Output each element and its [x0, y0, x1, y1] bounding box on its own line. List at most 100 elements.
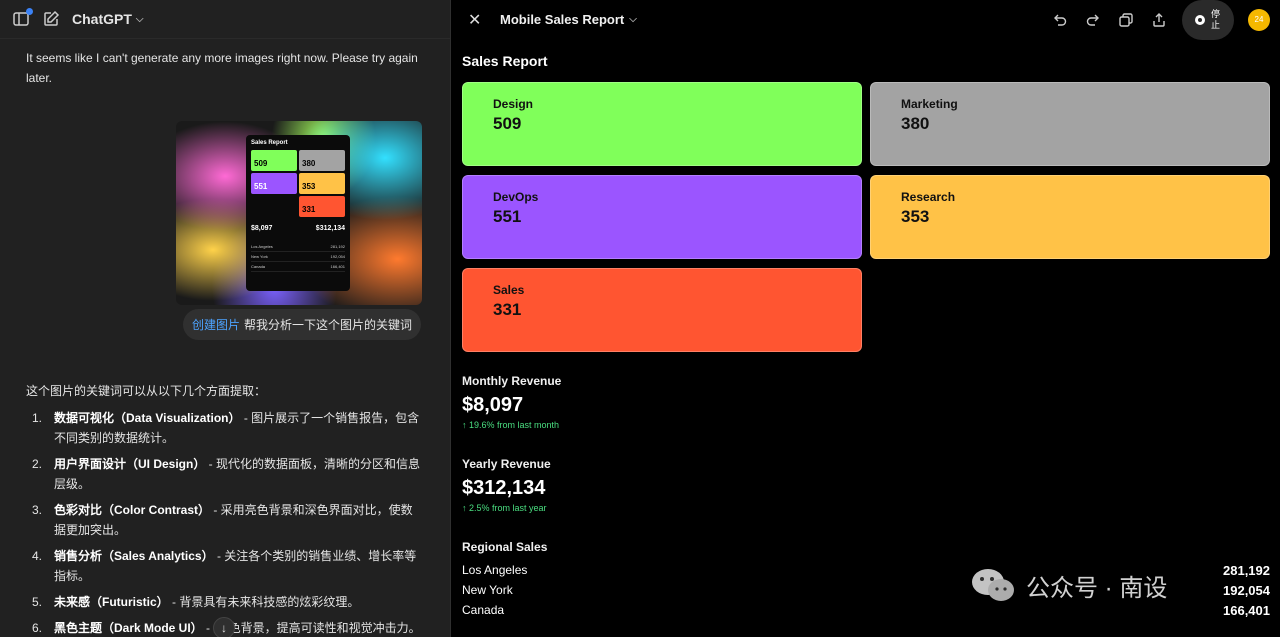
region-value: 166,401	[1223, 603, 1270, 618]
new-chat-icon[interactable]	[42, 10, 60, 28]
monthly-revenue: Monthly Revenue $8,097 ↑ 19.6% from last…	[462, 374, 561, 430]
create-image-tag[interactable]: 创建图片	[192, 316, 240, 333]
list-number: 5.	[32, 595, 43, 609]
region-city: Los Angeles	[462, 563, 528, 577]
thumbnail-value: 281,192	[330, 244, 345, 249]
avatar[interactable]: 24	[1248, 8, 1270, 31]
thumbnail-value: 166,401	[330, 264, 345, 269]
thumbnail-city: Los Angeles	[251, 244, 273, 249]
tile-value: 509	[493, 114, 522, 133]
yearly-revenue-delta: ↑ 2.5% from last year	[462, 503, 547, 513]
tile-value: 353	[901, 207, 930, 226]
list-item-title: 未来感（Futuristic）	[54, 595, 169, 609]
chat-pane: ChatGPT ⌵ It seems like I can't generate…	[0, 0, 451, 637]
list-item-title: 黑色主题（Dark Mode UI）	[54, 621, 203, 635]
yearly-revenue-value: $312,134	[462, 477, 546, 499]
model-name: ChatGPT	[72, 11, 132, 27]
thumbnail-title: Sales Report	[251, 140, 288, 146]
tile-value: 551	[493, 207, 522, 226]
scroll-down-button[interactable]: ↓	[213, 617, 235, 637]
tile-label: Research	[901, 190, 956, 204]
document-title-selector[interactable]: Mobile Sales Report ⌵	[500, 12, 637, 27]
wechat-icon	[972, 569, 1014, 601]
list-number: 2.	[32, 457, 43, 471]
document-title: Mobile Sales Report	[500, 12, 625, 27]
monthly-revenue-delta: ↑ 19.6% from last month	[462, 420, 560, 430]
thumbnail-row: New York 192,054	[251, 252, 345, 262]
tile-devops: DevOps 551	[462, 175, 862, 259]
list-item-title: 色彩对比（Color Contrast）	[54, 503, 211, 517]
list-item: 1. 数据可视化（Data Visualization） - 图片展示了一个销售报…	[26, 408, 421, 448]
arrow-down-icon: ↓	[221, 621, 227, 635]
canvas-toolbar: ✕ Mobile Sales Report ⌵ 停止 24	[452, 0, 1280, 40]
list-item: 3. 色彩对比（Color Contrast） - 采用亮色背景和深色界面对比，使…	[26, 500, 421, 540]
answer-intro: 这个图片的关键词可以从以下几个方面提取：	[26, 384, 267, 398]
tile-value: 380	[901, 114, 930, 133]
list-item-title: 用户界面设计（UI Design）	[54, 457, 206, 471]
list-number: 3.	[32, 503, 43, 517]
thumbnail-city: Canada	[251, 264, 266, 269]
list-item: 4. 销售分析（Sales Analytics） - 关注各个类别的销售业绩、增长…	[26, 546, 421, 586]
region-city: New York	[462, 583, 513, 597]
report-title: Sales Report	[462, 53, 548, 69]
thumbnail-sales-card: Sales Report 509 380 551 353 331 $8,097 …	[246, 135, 350, 291]
thumbnail-rows: Los Angeles 281,192 New York 192,054 Canad…	[251, 242, 345, 272]
redo-icon[interactable]	[1083, 10, 1102, 29]
sidebar-toggle-icon[interactable]	[12, 8, 33, 28]
thumbnail-value: 192,054	[330, 254, 345, 259]
thumbnail-city: New York	[251, 254, 268, 259]
list-item-title: 数据可视化（Data Visualization）	[54, 411, 241, 425]
share-icon[interactable]	[1149, 10, 1168, 29]
thumbnail-row: Canada 166,401	[251, 262, 345, 272]
tile-label: Design	[493, 97, 534, 111]
thumbnail-row: Los Angeles 281,192	[251, 242, 345, 252]
monthly-revenue-value: $8,097	[462, 394, 524, 416]
tile-value: 331	[493, 300, 522, 319]
region-value: 281,192	[1223, 563, 1270, 578]
tile-sales: Sales 331	[462, 268, 862, 352]
category-tiles: Design 509 Marketing 380 DevOps 551 Rese…	[462, 82, 1270, 352]
tile-design: Design 509	[462, 82, 862, 166]
uploaded-image-thumbnail[interactable]: Sales Report 509 380 551 353 331 $8,097 …	[176, 121, 422, 305]
tile-label: DevOps	[493, 190, 539, 204]
thumbnail-tiles: 509 380 551 353 331	[251, 150, 345, 217]
user-message-text: 帮我分析一下这个图片的关键词	[244, 318, 413, 332]
list-item: 5. 未来感（Futuristic） - 背景具有未来科技感的炫彩纹理。	[26, 592, 421, 612]
list-number: 4.	[32, 549, 43, 563]
canvas-tools: 停止 24	[1050, 0, 1270, 40]
list-item-text: - 采 色背景，提高可读性和视觉冲击力。	[202, 621, 421, 635]
list-item: 2. 用户界面设计（UI Design） - 现代化的数据面板，清晰的分区和信息层…	[26, 454, 421, 494]
list-item-text: - 背景具有未来科技感的炫彩纹理。	[168, 595, 360, 609]
tile-label: Marketing	[901, 97, 958, 111]
list-number: 6.	[32, 621, 43, 635]
undo-icon[interactable]	[1050, 10, 1069, 29]
stop-icon	[1195, 14, 1205, 25]
watermark-text: 公众号 · 南设	[1026, 574, 1168, 602]
canvas-pane: ✕ Mobile Sales Report ⌵ 停止 24 Sales Repo…	[452, 0, 1280, 637]
tile-label: Sales	[493, 283, 525, 297]
thumbnail-monthly: $8,097	[251, 225, 273, 232]
yearly-revenue-label: Yearly Revenue	[462, 457, 551, 471]
model-selector[interactable]: ChatGPT ⌵	[72, 11, 143, 27]
region-city: Canada	[462, 603, 505, 617]
keyword-list: 1. 数据可视化（Data Visualization） - 图片展示了一个销售报…	[26, 408, 421, 637]
assistant-message: It seems like I can't generate any more …	[26, 51, 418, 85]
notification-dot	[26, 8, 33, 15]
list-number: 1.	[32, 411, 43, 425]
copy-icon[interactable]	[1116, 10, 1135, 29]
thumbnail-stats: $8,097 $312,134	[251, 225, 345, 232]
thumbnail-tile: 509	[251, 150, 297, 171]
thumbnail-tile: 380	[299, 150, 345, 171]
chevron-down-icon: ⌵	[629, 14, 637, 25]
stop-label: 停止	[1211, 8, 1221, 30]
tile-research: Research 353	[870, 175, 1270, 259]
thumbnail-tile: 551	[251, 173, 297, 194]
thumbnail-yearly: $312,134	[315, 225, 345, 232]
yearly-revenue: Yearly Revenue $312,134 ↑ 2.5% from last…	[462, 457, 551, 513]
close-icon[interactable]: ✕	[468, 10, 482, 30]
thumbnail-tile: 331	[299, 196, 345, 217]
stop-button[interactable]: 停止	[1182, 0, 1234, 40]
user-message-bubble: 创建图片 帮我分析一下这个图片的关键词	[183, 309, 421, 340]
region-value: 192,054	[1223, 583, 1270, 598]
chevron-down-icon: ⌵	[135, 13, 144, 25]
